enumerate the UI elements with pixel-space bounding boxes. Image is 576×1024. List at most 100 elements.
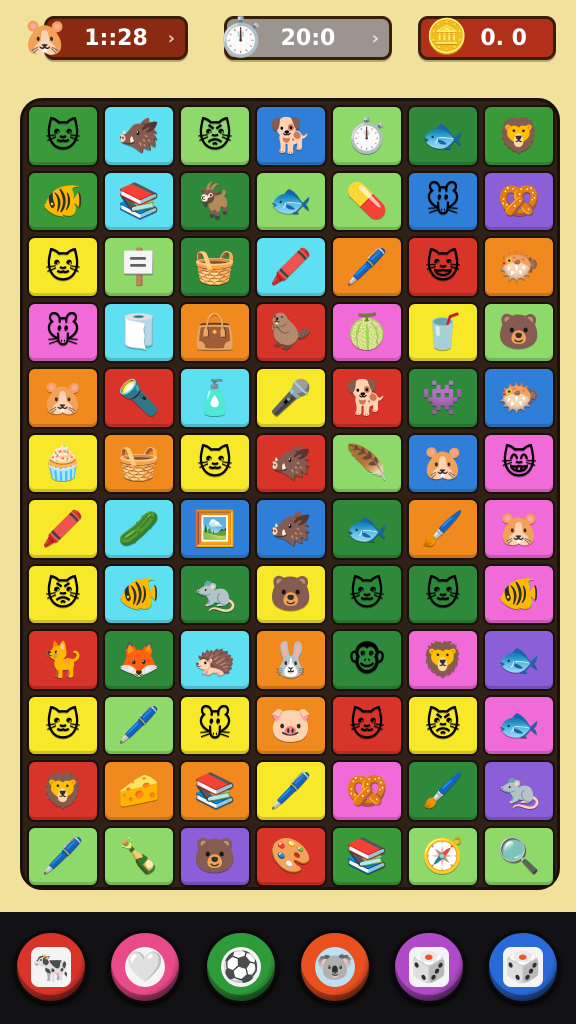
- tile-r2-c1[interactable]: 🐠: [27, 170, 99, 232]
- tile-r6-c7[interactable]: 😸: [483, 432, 555, 494]
- tile-r3-c5[interactable]: 🖊️: [331, 236, 403, 298]
- tile-r3-c4[interactable]: 🖍️: [255, 236, 327, 298]
- tile-r10-c6[interactable]: 😾: [407, 694, 479, 756]
- tile-r1-c6[interactable]: 🐟: [407, 105, 479, 167]
- tile-r9-c7[interactable]: 🐟: [483, 629, 555, 691]
- tile-r6-c6[interactable]: 🐹: [407, 432, 479, 494]
- tile-r3-c7[interactable]: 🐡: [483, 236, 555, 298]
- tile-r8-c7[interactable]: 🐠: [483, 563, 555, 625]
- tile-r10-c5[interactable]: 🐱: [331, 694, 403, 756]
- tile-r11-c3[interactable]: 📚: [179, 760, 251, 822]
- tile-r2-c5[interactable]: 💊: [331, 170, 403, 232]
- tile-r1-c2[interactable]: 🐗: [103, 105, 175, 167]
- tile-r7-c2[interactable]: 🥒: [103, 498, 175, 560]
- tile-r4-c1[interactable]: 🐭: [27, 301, 99, 363]
- tile-r11-c4[interactable]: 🖊️: [255, 760, 327, 822]
- tile-r9-c6[interactable]: 🦁: [407, 629, 479, 691]
- tile-r10-c4[interactable]: 🐷: [255, 694, 327, 756]
- tile-animal-icon: 🐠: [41, 181, 85, 222]
- tile-r11-c6[interactable]: 🖌️: [407, 760, 479, 822]
- tile-animal-icon: 🐻: [269, 574, 313, 615]
- tile-r10-c2[interactable]: 🖊️: [103, 694, 175, 756]
- tile-r7-c1[interactable]: 🖍️: [27, 498, 99, 560]
- tile-r6-c3[interactable]: 🐱: [179, 432, 251, 494]
- tile-r9-c5[interactable]: 🐵: [331, 629, 403, 691]
- tile-r4-c5[interactable]: 🍈: [331, 301, 403, 363]
- shuffle-button[interactable]: 🐄: [14, 930, 88, 1004]
- tile-r12-c5[interactable]: 📚: [331, 825, 403, 887]
- tile-r5-c2[interactable]: 🔦: [103, 367, 175, 429]
- tile-r11-c7[interactable]: 🐀: [483, 760, 555, 822]
- tile-r8-c4[interactable]: 🐻: [255, 563, 327, 625]
- tile-r9-c2[interactable]: 🦊: [103, 629, 175, 691]
- tile-r12-c6[interactable]: 🧭: [407, 825, 479, 887]
- tile-r4-c4[interactable]: 🦫: [255, 301, 327, 363]
- tile-r8-c6[interactable]: 🐱: [407, 563, 479, 625]
- tile-r4-c3[interactable]: 👜: [179, 301, 251, 363]
- tile-r3-c2[interactable]: 🪧: [103, 236, 175, 298]
- tile-r8-c1[interactable]: 😾: [27, 563, 99, 625]
- tile-r1-c4[interactable]: 🐕: [255, 105, 327, 167]
- tile-r5-c4[interactable]: 🎤: [255, 367, 327, 429]
- tile-r12-c2[interactable]: 🍾: [103, 825, 175, 887]
- tile-animal-icon: 🥤: [421, 312, 465, 353]
- tile-r3-c1[interactable]: 🐱: [27, 236, 99, 298]
- ball-button[interactable]: ⚽: [204, 930, 278, 1004]
- tile-r7-c7[interactable]: 🐹: [483, 498, 555, 560]
- hamster-avatar-icon: 🐹: [22, 17, 68, 58]
- tile-r6-c2[interactable]: 🧺: [103, 432, 175, 494]
- animal-button[interactable]: 🐨: [298, 930, 372, 1004]
- tile-r12-c7[interactable]: 🔍: [483, 825, 555, 887]
- tile-r4-c2[interactable]: 🧻: [103, 301, 175, 363]
- tile-r10-c1[interactable]: 🐱: [27, 694, 99, 756]
- tile-r11-c5[interactable]: 🥨: [331, 760, 403, 822]
- tile-r1-c3[interactable]: 😾: [179, 105, 251, 167]
- tile-r8-c3[interactable]: 🐀: [179, 563, 251, 625]
- tile-r7-c6[interactable]: 🖌️: [407, 498, 479, 560]
- tile-r11-c1[interactable]: 🦁: [27, 760, 99, 822]
- tile-animal-icon: 📚: [117, 181, 161, 222]
- tile-r1-c1[interactable]: 🐱: [27, 105, 99, 167]
- tile-animal-icon: 🐟: [497, 705, 541, 746]
- tile-r2-c4[interactable]: 🐟: [255, 170, 327, 232]
- tile-r9-c1[interactable]: 🐈: [27, 629, 99, 691]
- tile-r2-c3[interactable]: 🐐: [179, 170, 251, 232]
- tile-r5-c7[interactable]: 🐡: [483, 367, 555, 429]
- tile-r6-c4[interactable]: 🐗: [255, 432, 327, 494]
- tile-r2-c2[interactable]: 📚: [103, 170, 175, 232]
- tile-r6-c5[interactable]: 🪶: [331, 432, 403, 494]
- tile-r12-c3[interactable]: 🐻: [179, 825, 251, 887]
- tile-r8-c5[interactable]: 🐱: [331, 563, 403, 625]
- tile-r2-c6[interactable]: 🐭: [407, 170, 479, 232]
- hint-button[interactable]: 🤍: [108, 930, 182, 1004]
- tile-r3-c3[interactable]: 🧺: [179, 236, 251, 298]
- tile-r12-c1[interactable]: 🖊️: [27, 825, 99, 887]
- tile-r5-c3[interactable]: 🧴: [179, 367, 251, 429]
- tile-r11-c2[interactable]: 🧀: [103, 760, 175, 822]
- tile-r1-c7[interactable]: 🦁: [483, 105, 555, 167]
- tile-r10-c7[interactable]: 🐟: [483, 694, 555, 756]
- tile-r6-c1[interactable]: 🧁: [27, 432, 99, 494]
- tile-r5-c1[interactable]: 🐹: [27, 367, 99, 429]
- tile-animal-icon: 🐟: [497, 639, 541, 680]
- tile-r7-c3[interactable]: 🖼️: [179, 498, 251, 560]
- tile-r4-c7[interactable]: 🐻: [483, 301, 555, 363]
- tile-r7-c5[interactable]: 🐟: [331, 498, 403, 560]
- tile-animal-icon: 🐻: [497, 312, 541, 353]
- tile-r2-c7[interactable]: 🥨: [483, 170, 555, 232]
- tile-r12-c4[interactable]: 🎨: [255, 825, 327, 887]
- tile-r10-c3[interactable]: 🐭: [179, 694, 251, 756]
- dice-button[interactable]: 🎲: [392, 930, 466, 1004]
- tile-animal-icon: 🐱: [197, 443, 233, 484]
- tile-animal-icon: 😸: [501, 443, 537, 484]
- tile-r7-c4[interactable]: 🐗: [255, 498, 327, 560]
- tile-r5-c5[interactable]: 🐕: [331, 367, 403, 429]
- tile-r9-c4[interactable]: 🐰: [255, 629, 327, 691]
- tile-r4-c6[interactable]: 🥤: [407, 301, 479, 363]
- tile-r5-c6[interactable]: 👾: [407, 367, 479, 429]
- dice-button-2[interactable]: 🎲: [486, 930, 560, 1004]
- tile-r9-c3[interactable]: 🦔: [179, 629, 251, 691]
- tile-r8-c2[interactable]: 🐠: [103, 563, 175, 625]
- tile-r1-c5[interactable]: ⏱️: [331, 105, 403, 167]
- tile-r3-c6[interactable]: 😺: [407, 236, 479, 298]
